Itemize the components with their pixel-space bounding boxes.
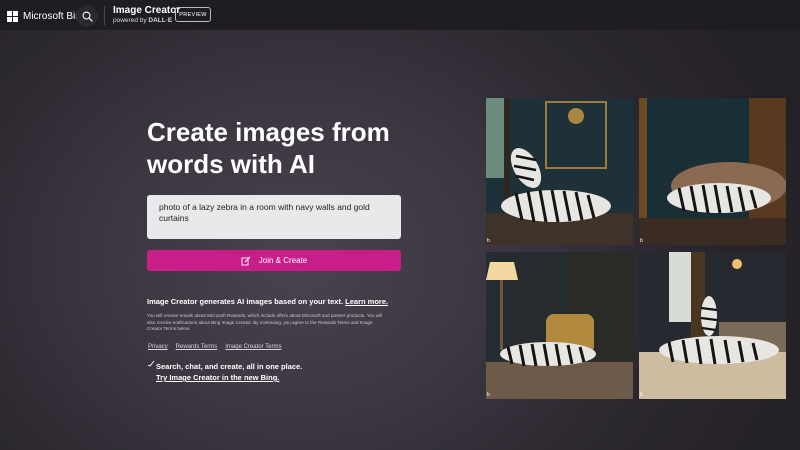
search-button[interactable] bbox=[76, 5, 98, 27]
zebra-image bbox=[639, 98, 786, 245]
description: Image Creator generates AI images based … bbox=[147, 297, 388, 306]
promo-text: Search, chat, and create, all in one pla… bbox=[156, 362, 303, 371]
join-create-label: Join & Create bbox=[258, 256, 308, 265]
header-divider bbox=[104, 6, 105, 25]
zebra-image bbox=[639, 252, 786, 399]
privacy-link[interactable]: Privacy bbox=[148, 344, 168, 350]
image-creator-terms-link[interactable]: Image Creator Terms bbox=[225, 344, 281, 350]
description-text: Image Creator generates AI images based … bbox=[147, 297, 344, 306]
zebra-image bbox=[486, 98, 633, 245]
preview-badge: PREVIEW bbox=[175, 7, 211, 22]
gallery-image-4[interactable]: b bbox=[639, 252, 786, 399]
image-tag: b bbox=[640, 392, 643, 398]
powered-prefix: powered by bbox=[113, 17, 147, 24]
fine-print: You will receive emails about Microsoft … bbox=[147, 313, 383, 332]
image-tag: b bbox=[640, 238, 643, 244]
footer-links: Privacy Rewards Terms Image Creator Term… bbox=[148, 344, 282, 350]
top-bar: Microsoft Bing Image Creator powered by … bbox=[0, 0, 800, 30]
join-create-button[interactable]: Join & Create bbox=[147, 250, 401, 271]
gallery-image-3[interactable]: b bbox=[486, 252, 633, 399]
prompt-input[interactable]: photo of a lazy zebra in a room with nav… bbox=[147, 195, 401, 239]
try-new-bing-link[interactable]: Try Image Creator in the new Bing. bbox=[156, 373, 279, 382]
product-title[interactable]: Image Creator bbox=[113, 5, 180, 16]
rewards-terms-link[interactable]: Rewards Terms bbox=[176, 344, 218, 350]
zebra-image bbox=[486, 252, 633, 399]
page-title: Create images from words with AI bbox=[147, 117, 390, 179]
microsoft-logo-icon bbox=[7, 10, 18, 22]
image-tag: b bbox=[487, 238, 490, 244]
gallery-image-2[interactable]: b bbox=[639, 98, 786, 245]
image-tag: b bbox=[487, 392, 490, 398]
learn-more-link[interactable]: Learn more. bbox=[345, 297, 388, 306]
sparkle-icon bbox=[147, 360, 155, 367]
powered-name: DALL·E bbox=[148, 17, 173, 24]
search-icon bbox=[81, 10, 93, 22]
bing-logo[interactable]: Microsoft Bing bbox=[7, 9, 86, 23]
powered-by: powered by DALL·E bbox=[113, 17, 172, 24]
gallery-image-1[interactable]: b bbox=[486, 98, 633, 245]
pencil-icon bbox=[241, 256, 251, 265]
